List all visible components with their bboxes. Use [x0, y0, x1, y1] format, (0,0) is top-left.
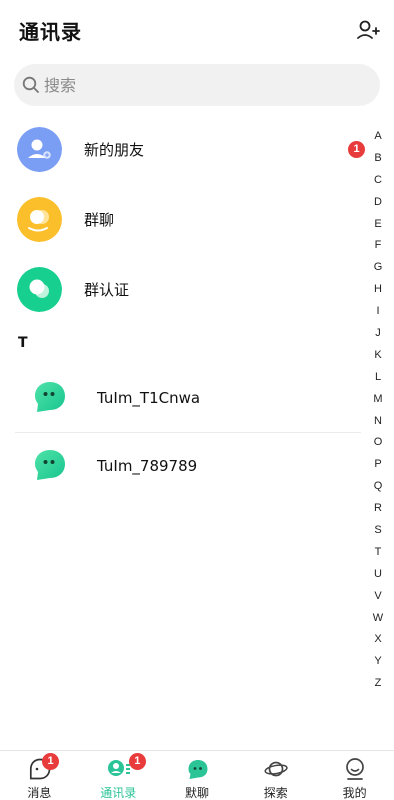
index-letter-i[interactable]: I: [368, 301, 388, 323]
index-letter-x[interactable]: X: [368, 629, 388, 651]
group-verify-icon: [17, 267, 62, 312]
new-friend-label: 新的朋友: [84, 141, 145, 159]
profile-icon: [346, 758, 365, 780]
index-letter-l[interactable]: L: [368, 367, 388, 389]
tab-profile[interactable]: 我的: [315, 751, 394, 800]
tab-label: 探索: [263, 786, 288, 800]
index-letter-o[interactable]: O: [368, 432, 388, 454]
bottom-tab-bar: 1 消息 1 通讯录 默聊 探索 我的: [0, 750, 394, 800]
index-letter-f[interactable]: F: [368, 235, 388, 257]
index-letter-r[interactable]: R: [368, 498, 388, 520]
chat-bubble-icon: [188, 760, 208, 779]
index-letter-k[interactable]: K: [368, 345, 388, 367]
index-letter-t[interactable]: T: [368, 542, 388, 564]
new-friend-badge: 1: [348, 141, 365, 158]
new-friend-row[interactable]: 新的朋友 1: [0, 120, 366, 180]
contact-row[interactable]: TuIm_789789: [0, 434, 366, 500]
new-friend-icon: [17, 127, 62, 172]
index-letter-s[interactable]: S: [368, 520, 388, 542]
chat-bubble-avatar-icon: [35, 382, 65, 412]
search-bar[interactable]: [14, 64, 380, 106]
index-letter-g[interactable]: G: [368, 257, 388, 279]
index-letter-u[interactable]: U: [368, 564, 388, 586]
index-letter-n[interactable]: N: [368, 411, 388, 433]
index-letter-c[interactable]: C: [368, 170, 388, 192]
contact-name: TuIm_789789: [97, 457, 198, 475]
index-letter-p[interactable]: P: [368, 454, 388, 476]
contacts-icon: [107, 760, 130, 776]
group-chat-icon: [17, 197, 62, 242]
index-letter-a[interactable]: A: [368, 126, 388, 148]
index-letter-y[interactable]: Y: [368, 651, 388, 673]
tab-chat[interactable]: 默聊: [158, 751, 237, 800]
search-input[interactable]: [44, 64, 364, 106]
search-icon: [22, 76, 39, 93]
index-letter-v[interactable]: V: [368, 586, 388, 608]
tab-messages[interactable]: 1 消息: [0, 751, 79, 800]
tab-explore[interactable]: 探索: [236, 751, 315, 800]
group-verify-label: 群认证: [84, 281, 130, 299]
index-letter-m[interactable]: M: [368, 389, 388, 411]
tab-label: 我的: [342, 786, 367, 800]
planet-icon: [264, 761, 289, 777]
contact-row[interactable]: TuIm_T1Cnwa: [0, 366, 366, 432]
contacts-badge: 1: [128, 753, 146, 770]
index-letter-q[interactable]: Q: [368, 476, 388, 498]
group-verify-row[interactable]: 群认证: [0, 260, 366, 320]
index-letter-h[interactable]: H: [368, 279, 388, 301]
divider: [15, 432, 361, 433]
index-letter-j[interactable]: J: [368, 323, 388, 345]
tab-label: 默聊: [184, 786, 209, 800]
index-letter-e[interactable]: E: [368, 214, 388, 236]
group-chat-row[interactable]: 群聊: [0, 190, 366, 250]
person-add-icon[interactable]: [356, 18, 380, 42]
chat-bubble-avatar-icon: [35, 450, 65, 480]
tab-label: 通讯录: [100, 786, 137, 800]
tab-contacts[interactable]: 1 通讯录: [79, 751, 158, 800]
index-letter-d[interactable]: D: [368, 192, 388, 214]
section-header-t: T: [18, 335, 28, 351]
index-letter-w[interactable]: W: [368, 608, 388, 630]
page-title: 通讯录: [19, 20, 82, 44]
tab-label: 消息: [27, 786, 52, 800]
index-letter-z[interactable]: Z: [368, 673, 388, 695]
index-letter-b[interactable]: B: [368, 148, 388, 170]
group-chat-label: 群聊: [84, 211, 115, 229]
contact-name: TuIm_T1Cnwa: [97, 389, 201, 407]
header: 通讯录: [0, 0, 394, 60]
alphabet-index-bar[interactable]: ABCDEFGHIJKLMNOPQRSTUVWXYZ: [368, 126, 388, 695]
messages-badge: 1: [42, 753, 59, 770]
